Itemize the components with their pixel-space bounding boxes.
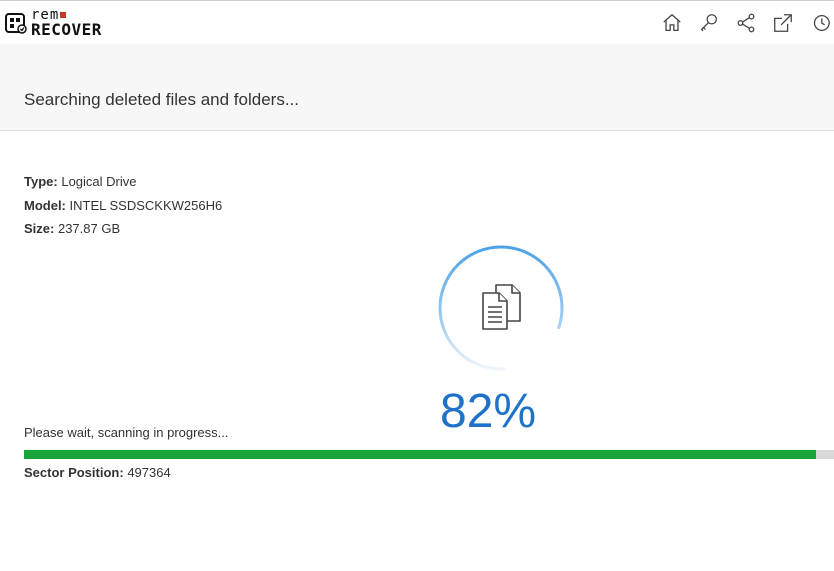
home-button[interactable] bbox=[658, 9, 686, 37]
export-button[interactable] bbox=[769, 9, 797, 37]
home-icon bbox=[663, 13, 681, 31]
drive-model-value: INTEL SSDSCKKW256H6 bbox=[69, 197, 223, 213]
header-band: Searching deleted files and folders... bbox=[0, 44, 834, 131]
progress-ring bbox=[437, 244, 565, 372]
sector-position: Sector Position: 497364 bbox=[24, 465, 171, 480]
drive-model-label: Model: bbox=[24, 197, 66, 213]
logo-drive-icon bbox=[5, 13, 27, 34]
toolbar-icons bbox=[658, 9, 834, 37]
progress-percent: 82% bbox=[440, 384, 606, 439]
drive-info: Type: Logical Drive Model: INTEL SSDSCKK… bbox=[24, 174, 222, 245]
drive-size-value: 237.87 GB bbox=[57, 221, 121, 236]
clock-icon bbox=[813, 15, 830, 31]
share-button[interactable] bbox=[732, 9, 760, 37]
progress-bar bbox=[24, 450, 834, 459]
scan-status-text: Please wait, scanning in progress... bbox=[24, 425, 229, 440]
drive-model-row: Model: INTEL SSDSCKKW256H6 bbox=[24, 198, 222, 222]
progress-percent-value: 82% bbox=[440, 385, 537, 438]
drive-size-label: Size: bbox=[24, 221, 55, 236]
drive-type-label: Type: bbox=[24, 174, 58, 189]
sector-position-label: Sector Position: bbox=[24, 465, 124, 480]
key-button[interactable] bbox=[695, 9, 723, 37]
page-title: Searching deleted files and folders... bbox=[24, 90, 300, 109]
logo-text-bottom: RECOVER bbox=[31, 20, 102, 39]
sector-position-value: 497364 bbox=[127, 465, 171, 480]
history-button[interactable] bbox=[806, 9, 834, 37]
drive-type-value: Logical Drive bbox=[61, 174, 137, 189]
export-icon bbox=[774, 14, 792, 32]
drive-type-row: Type: Logical Drive bbox=[24, 174, 222, 198]
logo-red-square bbox=[60, 12, 67, 18]
app-window: rem RECOVER Searching deleted files and … bbox=[0, 0, 834, 571]
drive-size-row: Size: 237.87 GB bbox=[24, 221, 222, 245]
progress-bar-fill bbox=[24, 450, 816, 459]
key-icon bbox=[700, 14, 717, 32]
documents-icon bbox=[482, 284, 521, 330]
remo-recover-logo: rem RECOVER bbox=[4, 7, 102, 39]
top-bar: rem RECOVER bbox=[0, 0, 834, 44]
share-icon bbox=[737, 13, 755, 33]
